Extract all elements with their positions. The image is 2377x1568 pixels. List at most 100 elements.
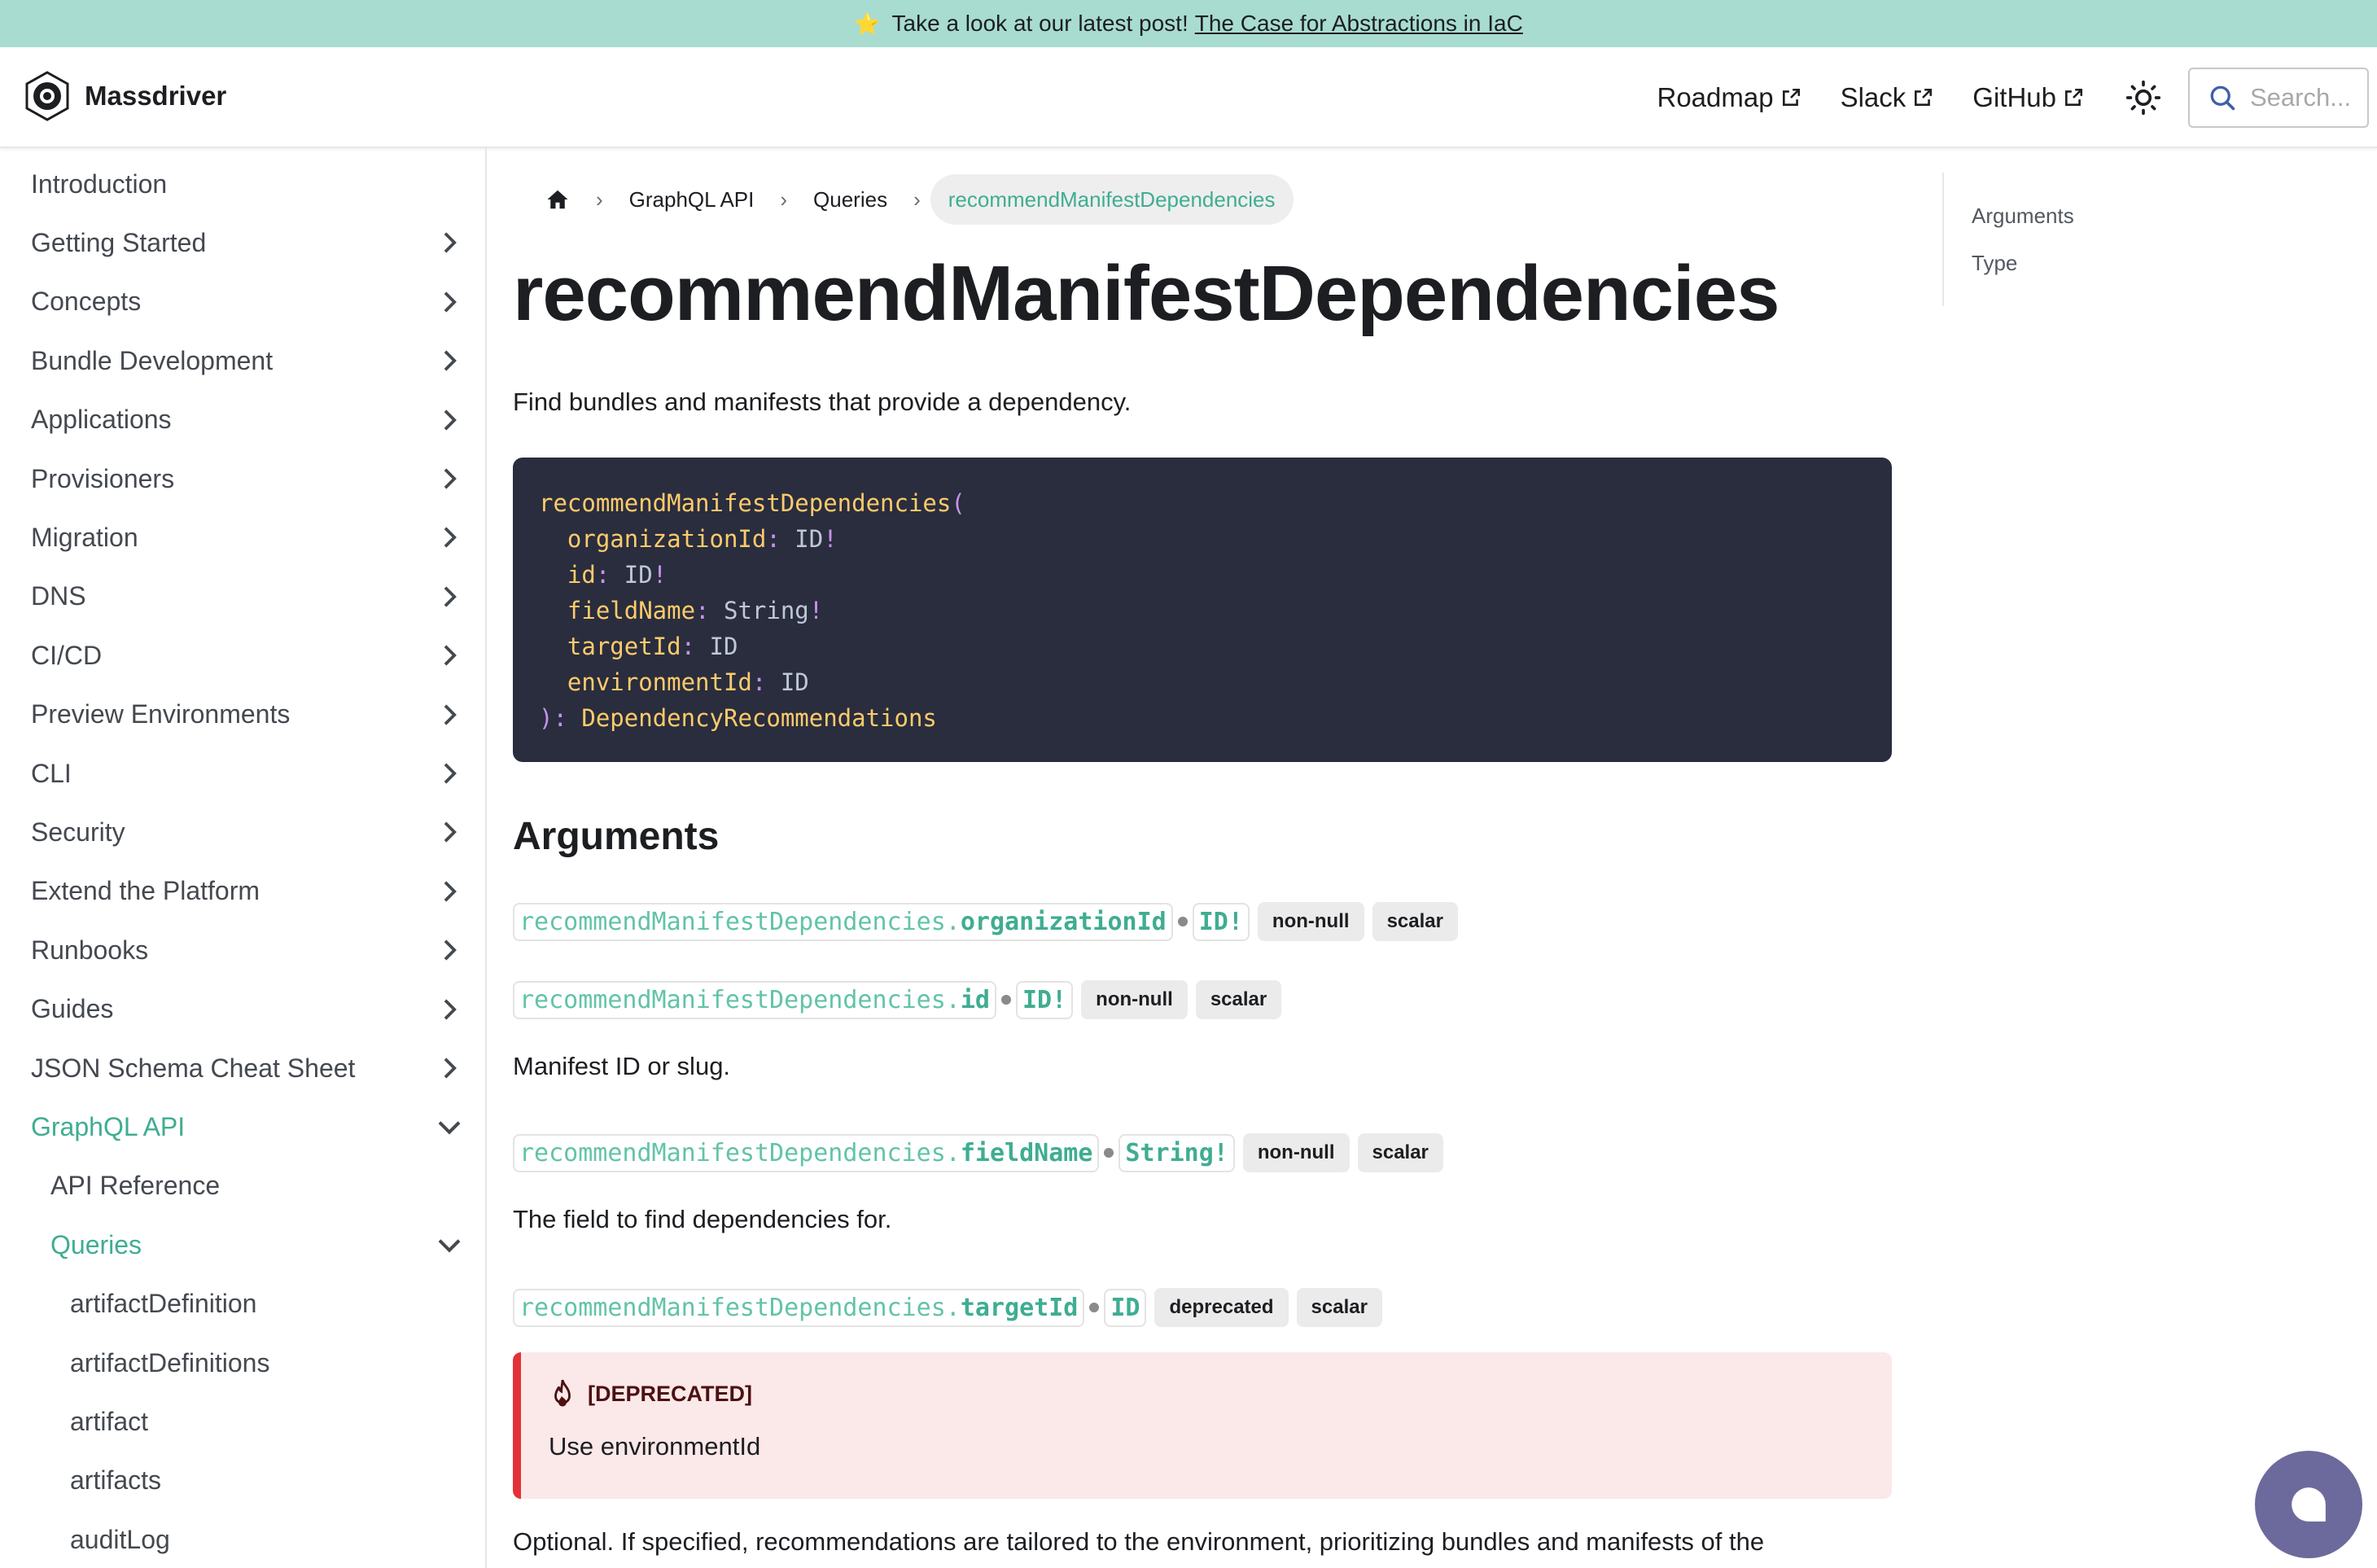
- sidebar-item-api-reference[interactable]: API Reference: [0, 1157, 485, 1215]
- sidebar-item-concepts[interactable]: Concepts: [0, 273, 485, 331]
- nav-roadmap-label: Roadmap: [1657, 82, 1774, 112]
- chevron-right-icon[interactable]: [433, 286, 466, 318]
- argument-row-id: recommendManifestDependencies.id ID! non-n…: [513, 980, 1282, 1019]
- sidebar-item-bundle-development[interactable]: Bundle Development: [0, 331, 485, 390]
- chevron-right-icon[interactable]: [433, 521, 466, 554]
- sidebar-item-label: Applications: [31, 405, 172, 435]
- chevron-right-icon[interactable]: [433, 226, 466, 259]
- code-arg-name: fieldName: [567, 597, 696, 624]
- chevron-down-icon[interactable]: [433, 1110, 466, 1143]
- sidebar-item-auditlog[interactable]: auditLog: [0, 1510, 485, 1568]
- breadcrumb: › GraphQL API › Queries › recommendManif…: [529, 174, 1294, 225]
- chevron-right-icon[interactable]: [433, 699, 466, 731]
- sidebar: Introduction Getting Started Concepts Bundl…: [0, 148, 487, 1568]
- sidebar-item-label: JSON Schema Cheat Sheet: [31, 1053, 356, 1083]
- breadcrumb-graphql-api[interactable]: GraphQL API: [613, 187, 771, 212]
- chat-widget-button[interactable]: [2255, 1451, 2362, 1558]
- chevron-right-icon[interactable]: [433, 1052, 466, 1084]
- code-line-arg: targetId: ID: [539, 629, 1866, 664]
- chevron-right-icon[interactable]: [433, 757, 466, 790]
- separator-dot: [1000, 995, 1011, 1005]
- chevron-right-icon[interactable]: [433, 934, 466, 966]
- sidebar-item-provisioners[interactable]: Provisioners: [0, 449, 485, 508]
- chevron-right-icon[interactable]: [433, 344, 466, 377]
- sidebar-item-artifact[interactable]: artifact: [0, 1392, 485, 1451]
- sidebar-item-label: Bundle Development: [31, 345, 274, 375]
- sidebar-item-artifactdefinition[interactable]: artifactDefinition: [0, 1275, 485, 1334]
- sidebar-item-preview-environments[interactable]: Preview Environments: [0, 685, 485, 744]
- chat-icon: [2292, 1487, 2326, 1522]
- external-link-icon: [2065, 88, 2083, 106]
- theme-toggle-button[interactable]: [2123, 77, 2164, 118]
- chevron-right-icon[interactable]: [433, 404, 466, 436]
- nav-slack-link[interactable]: Slack: [1841, 82, 1934, 113]
- badge-scalar: scalar: [1296, 1288, 1382, 1327]
- sidebar-item-label: artifact: [70, 1406, 149, 1436]
- code-arg-name: targetId: [567, 633, 681, 660]
- sidebar-item-json-schema-cheat-sheet[interactable]: JSON Schema Cheat Sheet: [0, 1039, 485, 1097]
- search-box[interactable]: [2188, 68, 2369, 128]
- search-input[interactable]: [2250, 83, 2364, 112]
- sidebar-item-label: artifactDefinition: [70, 1289, 257, 1319]
- chevron-right-icon[interactable]: [433, 875, 466, 908]
- breadcrumb-separator: ›: [780, 186, 788, 212]
- argument-type[interactable]: ID: [1104, 1288, 1147, 1327]
- sidebar-item-applications[interactable]: Applications: [0, 391, 485, 449]
- sidebar-item-getting-started[interactable]: Getting Started: [0, 213, 485, 272]
- announcement-link[interactable]: The Case for Abstractions in IaC: [1195, 11, 1523, 37]
- argument-field-name[interactable]: recommendManifestDependencies.targetId: [513, 1288, 1085, 1327]
- sidebar-item-introduction[interactable]: Introduction: [0, 155, 485, 213]
- argument-field-name[interactable]: recommendManifestDependencies.id: [513, 980, 996, 1019]
- argument-type[interactable]: ID!: [1192, 902, 1250, 941]
- breadcrumb-queries[interactable]: Queries: [797, 187, 904, 212]
- argument-description: Manifest ID or slug.: [513, 1052, 731, 1080]
- deprecation-header: [DEPRECATED]: [549, 1378, 1864, 1409]
- chevron-right-icon[interactable]: [433, 639, 466, 672]
- argument-row-fieldName: recommendManifestDependencies.fieldName S…: [513, 1133, 1443, 1172]
- chevron-right-icon[interactable]: [433, 993, 466, 1026]
- nav-roadmap-link[interactable]: Roadmap: [1657, 82, 1801, 113]
- argument-type[interactable]: String!: [1118, 1133, 1235, 1172]
- sidebar-item-cli[interactable]: CLI: [0, 744, 485, 803]
- sidebar-item-migration[interactable]: Migration: [0, 508, 485, 567]
- sidebar-item-graphql-api[interactable]: GraphQL API: [0, 1097, 485, 1156]
- chevron-right-icon[interactable]: [433, 816, 466, 848]
- sidebar-item-dns[interactable]: DNS: [0, 567, 485, 626]
- code-line-arg: environmentId: ID: [539, 664, 1866, 700]
- sidebar-item-label: Getting Started: [31, 227, 207, 257]
- sidebar-item-runbooks[interactable]: Runbooks: [0, 921, 485, 979]
- search-icon: [2210, 85, 2235, 111]
- argument-row-organizationId: recommendManifestDependencies.organizati…: [513, 902, 1458, 941]
- external-link-icon: [1782, 88, 1800, 106]
- sidebar-item-security[interactable]: Security: [0, 803, 485, 861]
- sidebar-item-label: Guides: [31, 994, 114, 1024]
- sidebar-item-guides[interactable]: Guides: [0, 980, 485, 1039]
- chevron-down-icon[interactable]: [433, 1229, 466, 1261]
- code-return-type: DependencyRecommendations: [581, 704, 937, 732]
- brand[interactable]: Massdriver: [23, 70, 226, 122]
- code-colon: :: [681, 633, 696, 660]
- nav-github-link[interactable]: GitHub: [1972, 82, 2084, 113]
- toc-arguments-link[interactable]: Arguments: [1972, 204, 2074, 229]
- navbar: Massdriver Roadmap Slack GitHub: [0, 47, 2377, 148]
- chevron-right-icon[interactable]: [433, 462, 466, 495]
- toc-type-link[interactable]: Type: [1972, 251, 2017, 276]
- chevron-right-icon[interactable]: [433, 580, 466, 613]
- sidebar-item-artifactdefinitions[interactable]: artifactDefinitions: [0, 1334, 485, 1392]
- navbar-links: Roadmap Slack GitHub: [1657, 47, 2377, 148]
- code-bang: !: [808, 597, 824, 624]
- sidebar-item-queries[interactable]: Queries: [0, 1215, 485, 1274]
- sidebar-item-ci-cd[interactable]: CI/CD: [0, 626, 485, 685]
- code-open-paren: (: [951, 489, 965, 517]
- sidebar-item-extend-the-platform[interactable]: Extend the Platform: [0, 862, 485, 921]
- argument-field-name[interactable]: recommendManifestDependencies.organizati…: [513, 902, 1173, 941]
- argument-type[interactable]: ID!: [1015, 980, 1074, 1019]
- home-icon[interactable]: [529, 187, 586, 212]
- sidebar-item-artifacts[interactable]: artifacts: [0, 1452, 485, 1510]
- sidebar-item-label: Concepts: [31, 287, 142, 317]
- code-arg-name: id: [567, 561, 596, 589]
- argument-field-name[interactable]: recommendManifestDependencies.fieldName: [513, 1133, 1100, 1172]
- breadcrumb-separator: ›: [596, 186, 603, 212]
- argument-name: id: [960, 985, 990, 1014]
- sidebar-item-label: Preview Environments: [31, 699, 291, 729]
